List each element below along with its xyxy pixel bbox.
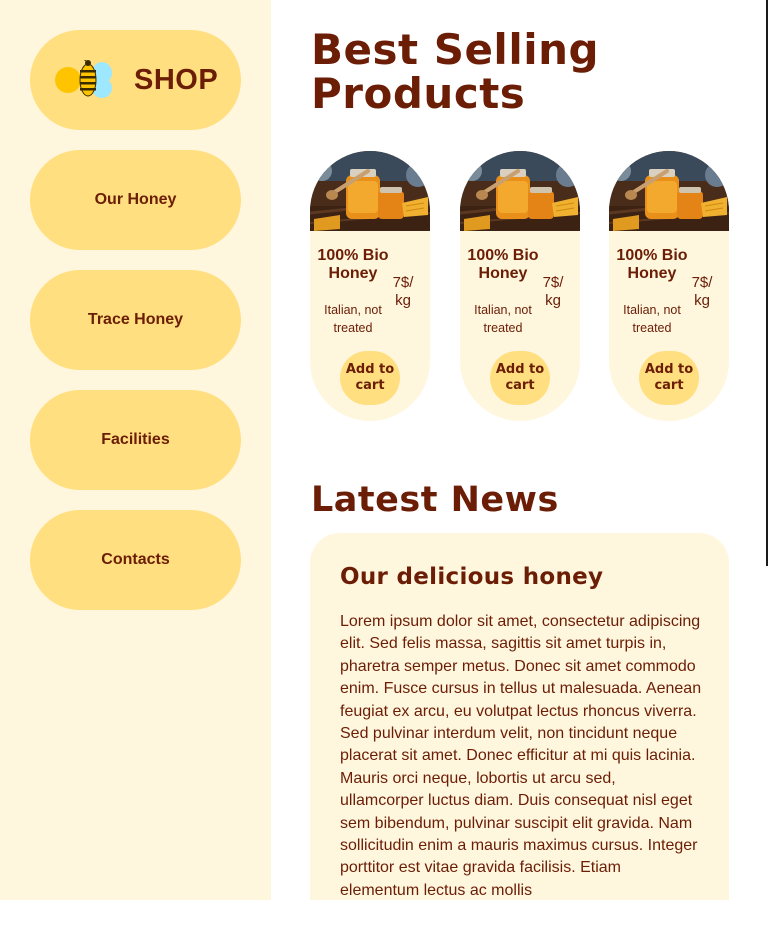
shop-label: SHOP bbox=[134, 63, 219, 96]
news-article: Our delicious honey Lorem ipsum dolor si… bbox=[310, 533, 729, 900]
product-image bbox=[460, 151, 580, 231]
add-to-cart-button[interactable]: Add to cart bbox=[490, 351, 550, 405]
product-price: 7$/ kg bbox=[542, 274, 564, 309]
news-article-title: Our delicious honey bbox=[340, 564, 604, 590]
product-description: Italian, not treated bbox=[474, 303, 532, 335]
product-description: Italian, not treated bbox=[623, 303, 681, 335]
nav-facilities[interactable]: Facilities bbox=[30, 390, 241, 490]
product-price: 7$/ kg bbox=[392, 274, 414, 309]
product-name: 100% Bio Honey bbox=[317, 247, 389, 282]
add-to-cart-button[interactable]: Add to cart bbox=[639, 351, 699, 405]
latest-news-heading: Latest News bbox=[311, 480, 559, 520]
news-article-body: Lorem ipsum dolor sit amet, consectetur … bbox=[340, 613, 702, 899]
shop-button[interactable]: SHOP bbox=[30, 30, 241, 130]
product-price: 7$/ kg bbox=[691, 274, 713, 309]
add-to-cart-button[interactable]: Add to cart bbox=[340, 351, 400, 405]
sidebar: SHOP Our Honey Trace Honey Facilities Co… bbox=[0, 0, 271, 900]
product-name: 100% Bio Honey bbox=[616, 247, 688, 282]
best-selling-heading: Best Selling Products bbox=[311, 25, 600, 118]
product-card: 100% Bio Honey Italian, not treated 7$/ … bbox=[460, 151, 580, 421]
bee-icon bbox=[55, 60, 112, 98]
nav-trace-honey[interactable]: Trace Honey bbox=[30, 270, 241, 370]
product-image bbox=[609, 151, 729, 231]
product-description: Italian, not treated bbox=[324, 303, 382, 335]
product-image bbox=[310, 151, 430, 231]
product-card: 100% Bio Honey Italian, not treated 7$/ … bbox=[609, 151, 729, 421]
nav-contacts[interactable]: Contacts bbox=[30, 510, 241, 610]
product-card: 100% Bio Honey Italian, not treated 7$/ … bbox=[310, 151, 430, 421]
product-name: 100% Bio Honey bbox=[467, 247, 539, 282]
nav-our-honey[interactable]: Our Honey bbox=[30, 150, 241, 250]
